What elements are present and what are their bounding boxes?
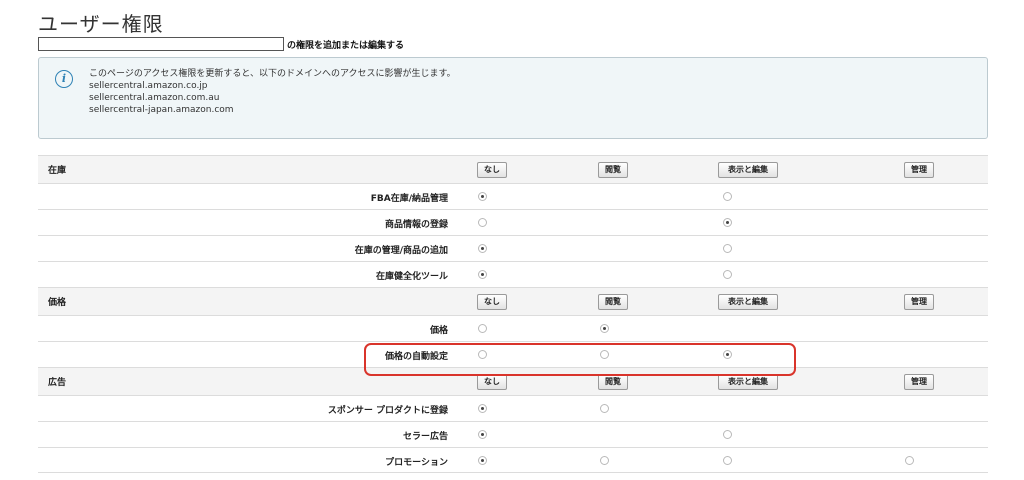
info-text: このページのアクセス権限を更新すると、以下のドメインへのアクセスに影響が生じます…	[89, 68, 456, 116]
info-icon: i	[55, 70, 73, 88]
permission-radio[interactable]	[478, 270, 487, 279]
permission-row: スポンサー プロダクトに登録	[38, 395, 988, 421]
none-button[interactable]: なし	[477, 374, 507, 390]
page-title: ユーザー権限	[38, 12, 164, 36]
permission-row: プロモーション	[38, 447, 988, 473]
page-subtitle: の権限を追加または編集する	[287, 41, 405, 51]
view-edit-button[interactable]: 表示と編集	[718, 294, 778, 310]
permission-row: 在庫の管理/商品の追加	[38, 235, 988, 261]
info-box: i このページのアクセス権限を更新すると、以下のドメインへのアクセスに影響が生じ…	[38, 57, 988, 139]
permission-radio[interactable]	[478, 192, 487, 201]
permission-radio[interactable]	[478, 430, 487, 439]
permission-label: セラー広告	[402, 432, 448, 442]
permission-radio[interactable]	[478, 218, 487, 227]
permission-label: 価格	[429, 326, 448, 336]
permission-label: スポンサー プロダクトに登録	[327, 406, 448, 416]
view-button[interactable]: 閲覧	[598, 294, 628, 310]
permission-label: 在庫健全化ツール	[375, 272, 448, 282]
highlight-box	[364, 343, 796, 376]
info-message: このページのアクセス権限を更新すると、以下のドメインへのアクセスに影響が生じます…	[89, 69, 456, 79]
manage-button[interactable]: 管理	[904, 162, 934, 178]
permission-radio[interactable]	[600, 456, 609, 465]
section-header-row: 価格 なし 閲覧 表示と編集 管理	[38, 287, 988, 315]
section-label: 在庫	[48, 166, 67, 176]
info-domain: sellercentral-japan.amazon.com	[89, 105, 234, 115]
view-button[interactable]: 閲覧	[598, 162, 628, 178]
permission-row: 商品情報の登録	[38, 209, 988, 235]
manage-button[interactable]: 管理	[904, 294, 934, 310]
section-label: 価格	[48, 298, 67, 308]
user-name-field	[38, 37, 284, 51]
permission-radio[interactable]	[600, 324, 609, 333]
section-label: 広告	[48, 378, 67, 388]
info-domain: sellercentral.amazon.com.au	[89, 93, 220, 103]
permission-radio[interactable]	[478, 404, 487, 413]
manage-button[interactable]: 管理	[904, 374, 934, 390]
info-domain: sellercentral.amazon.co.jp	[89, 81, 208, 91]
permission-radio[interactable]	[723, 430, 732, 439]
permission-radio[interactable]	[905, 456, 914, 465]
permission-radio[interactable]	[723, 456, 732, 465]
permission-row: FBA在庫/納品管理	[38, 183, 988, 209]
permission-label: 商品情報の登録	[384, 220, 448, 230]
permission-row: セラー広告	[38, 421, 988, 447]
permissions-table: 在庫 なし 閲覧 表示と編集 管理 FBA在庫/納品管理 商品情報の登録 在庫の管理/商品の追…	[38, 155, 988, 473]
permission-radio[interactable]	[478, 324, 487, 333]
permission-label: FBA在庫/納品管理	[370, 194, 448, 204]
permission-label: プロモーション	[385, 458, 448, 468]
permission-radio[interactable]	[478, 244, 487, 253]
view-button[interactable]: 閲覧	[598, 374, 628, 390]
permission-radio[interactable]	[478, 456, 487, 465]
view-edit-button[interactable]: 表示と編集	[718, 374, 778, 390]
permission-label: 在庫の管理/商品の追加	[354, 246, 448, 256]
permission-radio[interactable]	[723, 270, 732, 279]
none-button[interactable]: なし	[477, 162, 507, 178]
permission-row: 在庫健全化ツール	[38, 261, 988, 287]
section-header-row: 在庫 なし 閲覧 表示と編集 管理	[38, 155, 988, 183]
none-button[interactable]: なし	[477, 294, 507, 310]
permission-radio[interactable]	[723, 244, 732, 253]
permission-radio[interactable]	[600, 404, 609, 413]
view-edit-button[interactable]: 表示と編集	[718, 162, 778, 178]
permission-row: 価格	[38, 315, 988, 341]
permission-radio[interactable]	[723, 192, 732, 201]
permission-radio[interactable]	[723, 218, 732, 227]
